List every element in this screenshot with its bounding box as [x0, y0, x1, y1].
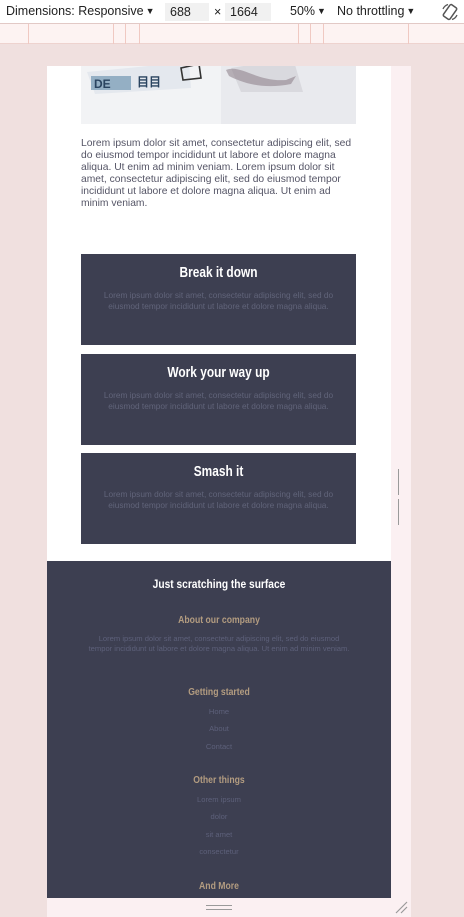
- height-input[interactable]: 1664: [225, 3, 271, 21]
- card-title: Smash it: [193, 464, 244, 480]
- footer-link-consectetur[interactable]: consectetur: [47, 847, 391, 856]
- card-title: Break it down: [179, 265, 258, 281]
- card-break-it-down: Break it down Lorem ipsum dolor sit amet…: [81, 254, 356, 345]
- card-smash-it: Smash it Lorem ipsum dolor sit amet, con…: [81, 453, 356, 544]
- and-more-heading: And More: [199, 881, 239, 892]
- throttling-dropdown[interactable]: No throttling ▼: [337, 4, 415, 18]
- chevron-down-icon: ▼: [317, 6, 326, 16]
- footer-link-lorem-ipsum[interactable]: Lorem ipsum: [47, 795, 391, 804]
- height-resize-handle[interactable]: [206, 905, 232, 911]
- footer-link-about[interactable]: About: [47, 724, 391, 733]
- footer-title: Just scratching the surface: [152, 577, 286, 591]
- width-input[interactable]: 688: [165, 3, 209, 21]
- throttling-label: No throttling: [337, 4, 405, 18]
- footer-link-dolor[interactable]: dolor: [47, 812, 391, 821]
- rotate-icon[interactable]: [440, 2, 460, 22]
- card-text: Lorem ipsum dolor sit amet, consectetur …: [103, 390, 334, 411]
- chevron-down-icon: ▼: [406, 6, 416, 16]
- width-resize-handle[interactable]: [398, 469, 404, 525]
- intro-paragraph: Lorem ipsum dolor sit amet, consectetur …: [81, 138, 352, 210]
- getting-started-heading: Getting started: [188, 687, 250, 698]
- times-sign: ×: [214, 5, 222, 19]
- card-work-your-way-up: Work your way up Lorem ipsum dolor sit a…: [81, 354, 356, 445]
- card-text: Lorem ipsum dolor sit amet, consectetur …: [103, 489, 334, 510]
- svg-text:DE: DE: [94, 77, 111, 91]
- footer-link-contact[interactable]: Contact: [47, 742, 391, 751]
- zoom-label: 50%: [290, 4, 316, 18]
- svg-text:目目: 目目: [137, 75, 161, 89]
- hero-image: DE 目目: [81, 66, 356, 124]
- other-things-heading: Other things: [193, 775, 245, 786]
- zoom-dropdown[interactable]: 50% ▼: [290, 4, 326, 18]
- about-text: Lorem ipsum dolor sit amet, consectetur …: [88, 634, 350, 653]
- card-text: Lorem ipsum dolor sit amet, consectetur …: [103, 290, 334, 311]
- device-toolbar: Dimensions: Responsive ▼ 688 × 1664 50% ▼ …: [0, 0, 464, 24]
- dimensions-dropdown[interactable]: Dimensions: Responsive ▼: [6, 4, 154, 18]
- footer-link-home[interactable]: Home: [47, 707, 391, 716]
- site-footer: Just scratching the surface About our co…: [47, 561, 391, 898]
- about-heading: About our company: [178, 615, 260, 626]
- chevron-down-icon: ▼: [145, 6, 155, 16]
- footer-link-sit-amet[interactable]: sit amet: [47, 830, 391, 839]
- page-content: DE 目目 Lorem ipsum dolor sit amet, consec…: [47, 66, 391, 561]
- card-title: Work your way up: [167, 365, 270, 381]
- dimensions-label: Dimensions: Responsive: [6, 4, 144, 18]
- media-query-ruler[interactable]: [0, 24, 464, 44]
- corner-resize-icon[interactable]: [394, 900, 408, 914]
